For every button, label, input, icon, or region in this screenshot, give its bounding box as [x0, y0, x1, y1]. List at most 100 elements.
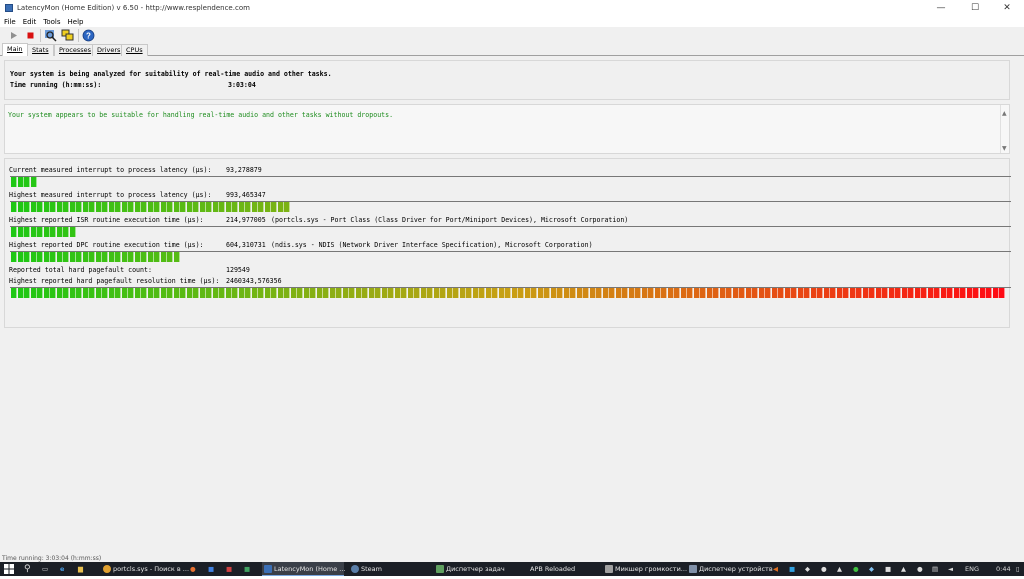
latency-bar-segment — [186, 202, 193, 212]
latency-bar-segment — [56, 252, 63, 262]
latency-bar-segment — [258, 202, 264, 212]
latency-bar-segment — [914, 288, 921, 298]
latency-bar-segment — [30, 288, 37, 298]
latency-bar-segment — [498, 288, 505, 298]
tab-main[interactable]: Main — [2, 43, 28, 56]
maximize-button[interactable]: ☐ — [958, 0, 992, 17]
scroll-down-icon[interactable]: ▼ — [1002, 145, 1007, 152]
latency-bar-segment — [167, 202, 173, 212]
latency-bar-segment — [518, 288, 524, 298]
metric-value-isr: 214,977005 — [226, 216, 266, 224]
scroll-up-icon[interactable]: ▲ — [1002, 110, 1007, 117]
tray-app-icon[interactable]: ▲ — [837, 562, 842, 576]
latency-bar-segment — [121, 252, 128, 262]
tray-app-icon[interactable]: ◆ — [805, 562, 810, 576]
taskbar-item-device-manager[interactable]: Диспетчер устройств — [687, 562, 773, 576]
status-scrollbar[interactable]: ▲ ▼ — [1000, 105, 1009, 153]
network-icon[interactable]: ▤ — [932, 562, 938, 576]
edge-icon[interactable]: e — [60, 562, 64, 576]
latency-bar-segment — [466, 288, 472, 298]
language-indicator[interactable]: ENG — [965, 562, 979, 576]
taskbar-item-latencymon[interactable]: LatencyMon (Home ... — [262, 562, 345, 576]
start-button[interactable] — [4, 562, 16, 576]
window-title: LatencyMon (Home Edition) v 6.50 - http:… — [17, 4, 250, 12]
stop-button[interactable] — [24, 29, 37, 42]
task-view-icon[interactable]: ▭ — [42, 562, 48, 576]
pinned-app-icon[interactable]: ■ — [208, 562, 214, 576]
tray-app-icon[interactable]: ● — [853, 562, 859, 576]
latency-bar-segment — [199, 202, 206, 212]
latency-bar-segment — [11, 177, 17, 187]
latency-bar-segment — [69, 227, 76, 237]
time-running-label: Time running (h:mm:ss): — [10, 81, 102, 89]
pinned-app-icon[interactable]: ■ — [226, 562, 232, 576]
latency-bar-segment — [713, 288, 719, 298]
minimize-button[interactable]: — — [924, 0, 958, 17]
isr-bar — [10, 226, 1011, 238]
latency-bar-segment — [43, 288, 50, 298]
latency-bar-segment — [37, 288, 43, 298]
latency-bar-segment — [264, 202, 271, 212]
latency-bar-segment — [82, 202, 89, 212]
windows-tool-button[interactable] — [61, 29, 74, 42]
tray-app-icon[interactable]: ▲ — [901, 562, 906, 576]
status-message-box[interactable]: Your system appears to be suitable for h… — [4, 104, 1010, 154]
taskbar-item-browser[interactable]: portcls.sys - Поиск в ... — [101, 562, 189, 576]
latency-bar-segment — [505, 288, 511, 298]
taskbar-item-volume-mixer[interactable]: Микшер громкости... — [603, 562, 687, 576]
latency-bar-segment — [862, 288, 869, 298]
search-tool-button[interactable] — [44, 29, 57, 42]
taskbar-item-apb[interactable]: APB Reloaded — [518, 562, 600, 576]
start-button[interactable] — [7, 29, 20, 42]
tray-app-icon[interactable]: ◆ — [869, 562, 874, 576]
latency-bar-segment — [310, 288, 316, 298]
latency-bar-segment — [732, 288, 739, 298]
latency-bar-segment — [804, 288, 810, 298]
tray-app-icon[interactable]: ■ — [885, 562, 891, 576]
latency-bar-current — [10, 176, 1011, 188]
pinned-app-icon[interactable]: ● — [190, 562, 196, 576]
latency-bar-segment — [30, 252, 37, 262]
latency-bar-segment — [635, 288, 641, 298]
volume-icon[interactable]: ◄ — [948, 562, 953, 576]
latency-bar-segment — [147, 288, 154, 298]
metric-driver-isr: (portcls.sys - Port Class (Class Driver … — [271, 216, 629, 224]
latency-bar-segment — [232, 202, 238, 212]
time-running-value: 3:03:04 — [228, 81, 256, 89]
menu-help[interactable]: Help — [64, 17, 87, 26]
latency-bar-segment — [778, 288, 784, 298]
latency-bar-segment — [869, 288, 875, 298]
clock[interactable]: 0:44 — [996, 562, 1011, 576]
tray-app-icon[interactable]: ● — [917, 562, 923, 576]
latency-bar-segment — [329, 288, 336, 298]
help-button[interactable]: ? — [82, 29, 95, 42]
taskbar-item-steam[interactable]: Steam — [349, 562, 431, 576]
menu-edit[interactable]: Edit — [19, 17, 40, 26]
tray-app-icon[interactable]: ● — [821, 562, 827, 576]
tray-app-icon[interactable]: ◀ — [773, 562, 778, 576]
latency-bar-segment — [752, 288, 758, 298]
tray-app-icon[interactable]: ■ — [789, 562, 795, 576]
latency-bar-segment — [82, 252, 89, 262]
latency-bar-segment — [108, 202, 115, 212]
title-bar[interactable]: LatencyMon (Home Edition) v 6.50 - http:… — [0, 0, 1024, 17]
menu-tools[interactable]: Tools — [39, 17, 63, 26]
taskbar-item-task-manager[interactable]: Диспетчер задач — [434, 562, 516, 576]
tab-cpus[interactable]: CPUs — [121, 44, 148, 56]
latency-bar-segment — [219, 288, 225, 298]
menu-file[interactable]: File — [0, 17, 19, 26]
latency-bar-segment — [206, 288, 212, 298]
search-icon[interactable]: ⚲ — [24, 562, 31, 576]
notifications-icon[interactable]: ▯ — [1016, 562, 1020, 576]
latency-bar-segment — [570, 288, 576, 298]
latency-bar-segment — [11, 252, 17, 262]
tab-processes[interactable]: Processes — [54, 44, 97, 56]
pinned-app-icon[interactable]: ■ — [244, 562, 250, 576]
close-button[interactable]: ✕ — [990, 0, 1024, 17]
dpc-bar — [10, 251, 1011, 263]
latency-bar-segment — [401, 288, 407, 298]
latencymon-app-icon — [5, 4, 13, 12]
tab-stats[interactable]: Stats — [27, 44, 54, 56]
file-explorer-icon[interactable]: ▆ — [78, 562, 83, 576]
latency-bar-segment — [550, 288, 557, 298]
